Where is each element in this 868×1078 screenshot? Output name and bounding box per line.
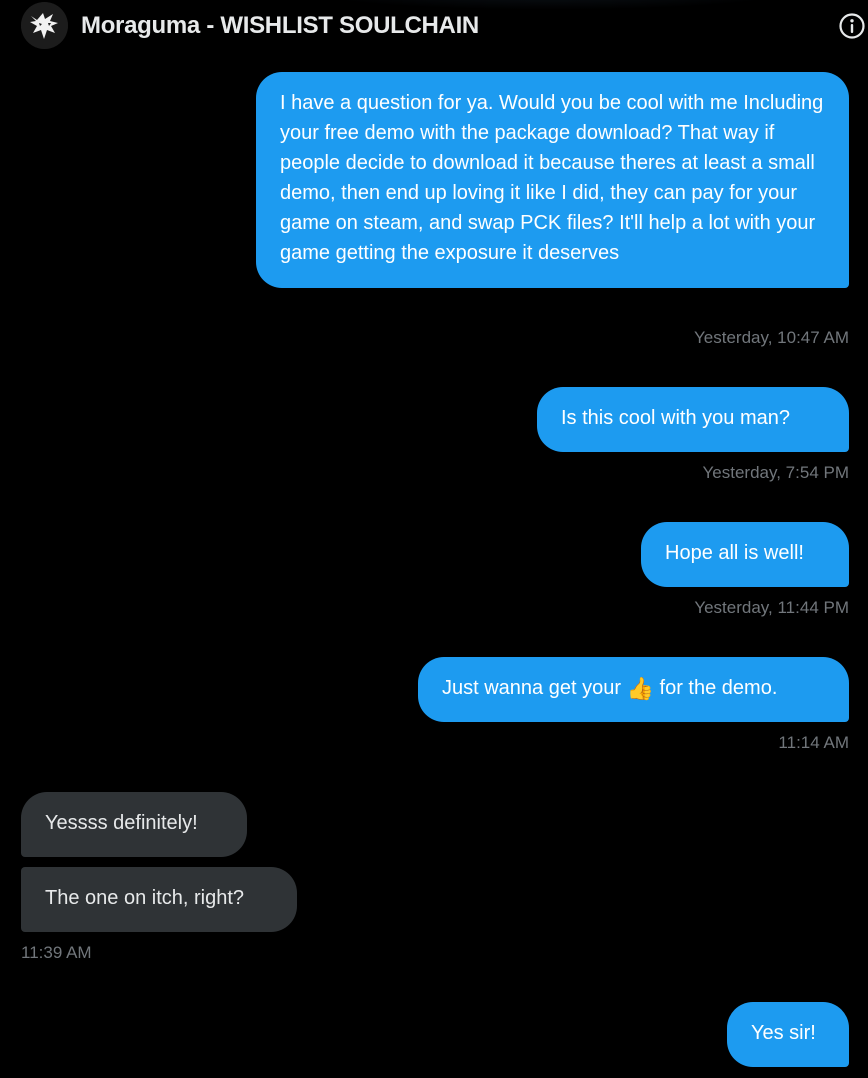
info-icon[interactable] bbox=[838, 12, 866, 40]
message-text: Yes sir! bbox=[751, 1022, 816, 1044]
thumbs-up-emoji-icon: 👍 bbox=[626, 676, 654, 701]
message-bubble-received[interactable]: The one on itch, right? bbox=[21, 867, 297, 932]
message-timestamp: Yesterday, 11:44 PM bbox=[694, 598, 849, 617]
message-bubble-sent[interactable]: Is this cool with you man? bbox=[537, 387, 849, 452]
message-text: The one on itch, right? bbox=[45, 887, 245, 909]
message-timestamp: Yesterday, 10:47 AM bbox=[694, 328, 849, 347]
message-timestamp: 11:14 AM bbox=[778, 733, 849, 752]
message-bubble-sent[interactable]: Yes sir! bbox=[727, 1002, 849, 1067]
message-text: Yessss definitely! bbox=[45, 812, 198, 834]
message-text: Is this cool with you man? bbox=[561, 407, 790, 429]
message-text: Just wanna get your bbox=[442, 677, 621, 699]
message-timestamp: Yesterday, 7:54 PM bbox=[702, 463, 849, 482]
wolf-logo-icon bbox=[21, 2, 68, 49]
message-text: I have a question for ya. Would you be c… bbox=[280, 92, 824, 264]
message-bubble-sent[interactable]: Hope all is well! bbox=[641, 522, 849, 587]
message-text: for the demo. bbox=[659, 677, 778, 699]
conversation-title[interactable]: Moraguma - WISHLIST SOULCHAIN bbox=[81, 12, 479, 40]
avatar[interactable] bbox=[21, 2, 68, 49]
message-bubble-sent[interactable]: Just wanna get your 👍 for the demo. bbox=[418, 657, 849, 722]
message-text: Hope all is well! bbox=[665, 542, 804, 564]
conversation-header: Moraguma - WISHLIST SOULCHAIN bbox=[0, 0, 868, 52]
message-bubble-sent[interactable]: I have a question for ya. Would you be c… bbox=[256, 72, 849, 288]
message-timestamp: 11:39 AM bbox=[21, 943, 92, 962]
header-glow bbox=[300, 0, 800, 10]
message-bubble-received[interactable]: Yessss definitely! bbox=[21, 792, 247, 857]
